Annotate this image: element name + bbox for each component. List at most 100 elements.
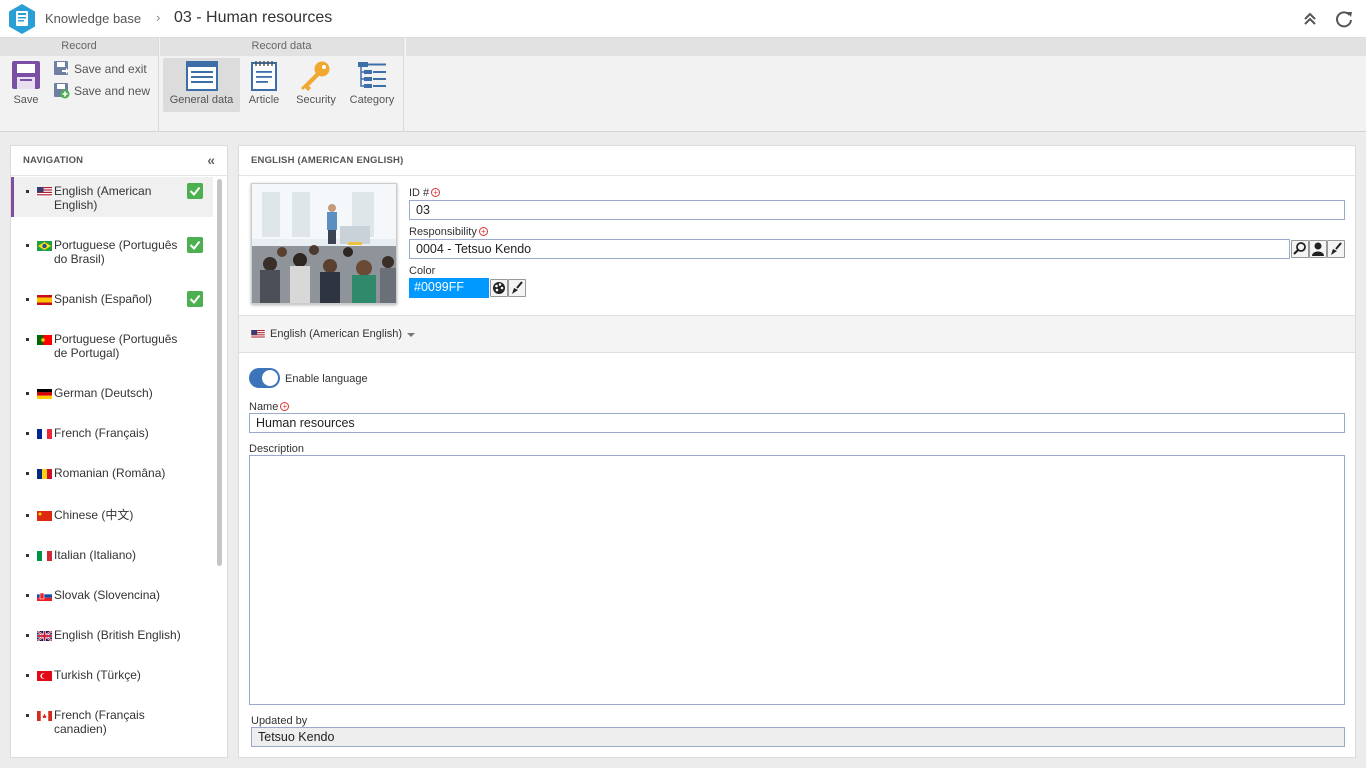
article-button[interactable]: Article — [244, 58, 284, 112]
page-title: 03 - Human resources — [174, 9, 333, 26]
general-data-button[interactable]: General data — [163, 58, 240, 112]
required-icon: + — [431, 188, 441, 197]
bullet-icon — [26, 392, 29, 395]
record-photo[interactable] — [251, 183, 397, 304]
bullet-icon — [26, 472, 29, 475]
presentation-photo-image — [252, 184, 396, 303]
user-icon[interactable] — [1309, 240, 1327, 258]
ro-flag-icon — [37, 469, 52, 479]
required-icon: + — [478, 227, 488, 236]
section-title: ENGLISH (AMERICAN ENGLISH) — [239, 146, 1355, 176]
knowledge-base-app-icon — [9, 4, 35, 34]
id-label: ID # + — [409, 187, 441, 199]
nav-item-label: Spanish (Español) — [54, 292, 153, 306]
ribbon-group-record: Record Save Save and exit Save and new — [0, 38, 159, 132]
key-icon — [301, 61, 330, 91]
save-and-exit-label: Save and exit — [74, 62, 147, 76]
bullet-icon — [26, 594, 29, 597]
collapse-up-icon[interactable] — [1300, 9, 1320, 29]
description-label: Description — [249, 443, 305, 455]
security-button[interactable]: Security — [292, 58, 340, 112]
collapse-panel-icon[interactable]: « — [207, 152, 215, 168]
category-tree-icon — [358, 62, 386, 88]
color-value[interactable]: #0099FF — [409, 278, 489, 298]
nav-item-cn[interactable]: Chinese (中文) — [11, 507, 213, 527]
nav-item-label: Romanian (Româna) — [54, 466, 166, 480]
fr-flag-icon — [37, 429, 52, 439]
id-field[interactable]: 03 — [409, 200, 1345, 220]
bullet-icon — [26, 714, 29, 717]
bullet-icon — [26, 554, 29, 557]
description-textarea[interactable] — [249, 455, 1345, 705]
ca-flag-icon — [37, 711, 52, 721]
enable-language-toggle[interactable] — [249, 368, 280, 388]
nav-item-label: French (Français) — [54, 426, 149, 440]
us-flag-icon — [251, 330, 265, 339]
refresh-icon[interactable] — [1334, 9, 1354, 29]
clear-brush-icon[interactable] — [1327, 240, 1345, 258]
general-data-icon — [185, 61, 218, 91]
es-flag-icon — [37, 295, 52, 305]
nav-item-label: Slovak (Slovencina) — [54, 588, 161, 602]
nav-item-ro[interactable]: Romanian (Româna) — [11, 465, 213, 485]
ribbon-group-title: Record data — [160, 38, 403, 56]
save-button[interactable]: Save — [6, 58, 46, 112]
navigation-scrollbar-thumb[interactable] — [217, 179, 222, 566]
clear-color-brush-icon[interactable] — [508, 279, 526, 297]
gb-flag-icon — [37, 631, 52, 641]
navigation-panel: NAVIGATION « English (American English) P… — [10, 145, 228, 758]
chevron-down-icon — [407, 333, 415, 337]
ribbon-group-record-data: Record data General data Article Securit… — [160, 38, 404, 132]
save-label: Save — [13, 94, 39, 106]
name-label: Name + — [249, 401, 290, 413]
nav-item-label: German (Deutsch) — [54, 386, 153, 400]
nav-item-label: English (British English) — [54, 628, 181, 642]
de-flag-icon — [37, 389, 52, 399]
responsibility-label-text: Responsibility — [409, 226, 477, 238]
bullet-icon — [26, 432, 29, 435]
save-and-exit-icon — [54, 61, 69, 75]
breadcrumb-knowledge-base[interactable]: Knowledge base — [45, 11, 141, 26]
nav-item-pt[interactable]: Portuguese (Português de Portugal) — [11, 331, 213, 361]
nav-item-fr[interactable]: French (Français) — [11, 425, 213, 445]
bullet-icon — [26, 338, 29, 341]
navigation-title: NAVIGATION — [11, 146, 227, 176]
ribbon-header-filler — [406, 38, 1366, 56]
us-flag-icon — [37, 187, 52, 197]
toggle-knob — [262, 370, 278, 386]
nav-item-tr[interactable]: Turkish (Türkçe) — [11, 667, 213, 687]
responsibility-field[interactable]: 0004 - Tetsuo Kendo — [409, 239, 1290, 259]
check-icon — [187, 291, 203, 307]
category-button[interactable]: Category — [346, 58, 398, 112]
nav-item-de[interactable]: German (Deutsch) — [11, 385, 213, 405]
name-field[interactable]: Human resources — [249, 413, 1345, 433]
id-label-text: ID # — [409, 187, 430, 199]
bullet-icon — [26, 514, 29, 517]
save-and-new-label: Save and new — [74, 84, 151, 98]
main-panel: ENGLISH (AMERICAN ENGLISH) ID # + 03 Res… — [238, 145, 1356, 758]
nav-item-gb[interactable]: English (British English) — [11, 627, 213, 647]
nav-item-br[interactable]: Portuguese (Português do Brasil) — [11, 237, 213, 267]
name-label-text: Name — [249, 401, 279, 413]
general-data-label: General data — [169, 94, 234, 106]
security-label: Security — [296, 94, 336, 106]
nav-item-sk[interactable]: Slovak (Slovencina) — [11, 587, 213, 607]
save-and-new-icon — [54, 83, 70, 99]
nav-item-es[interactable]: Spanish (Español) — [11, 291, 213, 311]
palette-icon[interactable] — [490, 279, 508, 297]
nav-item-ca[interactable]: French (Français canadien) — [11, 707, 213, 737]
nav-item-label: Portuguese (Português do Brasil) — [54, 238, 178, 266]
bullet-icon — [26, 674, 29, 677]
breadcrumb-separator-icon: › — [156, 10, 161, 25]
nav-item-us[interactable]: English (American English) — [11, 177, 213, 217]
color-label: Color — [409, 265, 436, 277]
ribbon-group-title: Record — [0, 38, 158, 56]
language-bar: English (American English) — [239, 315, 1355, 353]
ribbon-toolbar: Record Save Save and exit Save and new R… — [0, 38, 1366, 132]
nav-item-it[interactable]: Italian (Italiano) — [11, 547, 213, 567]
nav-item-label: Chinese (中文) — [54, 508, 134, 522]
nav-item-label: Italian (Italiano) — [54, 548, 137, 562]
search-icon[interactable] — [1291, 240, 1309, 258]
br-flag-icon — [37, 241, 52, 251]
responsibility-label: Responsibility + — [409, 226, 488, 238]
